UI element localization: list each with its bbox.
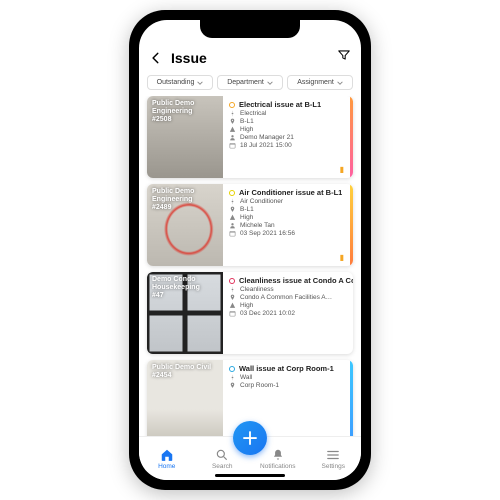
- meta-date: 18 Jul 2021 15:00: [229, 142, 344, 149]
- issue-card[interactable]: Public Demo Engineering#2489 Air Conditi…: [147, 184, 353, 266]
- issue-content: Air Conditioner issue at B-L1 Air Condit…: [223, 184, 350, 266]
- meta-location: Condo A Common Facilities A…: [229, 294, 353, 301]
- filter-department[interactable]: Department: [217, 75, 283, 90]
- issue-content: Electrical issue at B-L1 Electrical B-L1…: [223, 96, 350, 178]
- meta-category: Wall: [229, 374, 344, 381]
- phone-frame: Issue Outstanding Department Assignment …: [129, 10, 371, 490]
- issue-content: Cleanliness issue at Condo A Common Faci…: [223, 272, 353, 354]
- meta-category: Cleanliness: [229, 286, 353, 293]
- meta-assignee: Demo Manager 21: [229, 134, 344, 141]
- tab-label: Notifications: [260, 463, 295, 470]
- accent-stripe: [350, 184, 353, 266]
- tab-settings[interactable]: Settings: [313, 448, 353, 470]
- status-dot: [229, 366, 235, 372]
- issue-thumbnail: Public Demo Civil#2454: [147, 360, 223, 436]
- chevron-down-icon: [337, 80, 343, 86]
- fab-add[interactable]: [233, 421, 267, 455]
- issue-title: Air Conditioner issue at B-L1: [239, 188, 342, 197]
- issue-thumbnail: Public Demo Engineering#2508: [147, 96, 223, 178]
- filter-outstanding[interactable]: Outstanding: [147, 75, 213, 90]
- filter-label: Outstanding: [157, 79, 195, 86]
- meta-priority: High: [229, 126, 344, 133]
- status-dot: [229, 102, 235, 108]
- home-indicator: [215, 474, 285, 477]
- header: Issue: [139, 44, 361, 75]
- bell-icon: [271, 448, 285, 462]
- back-button[interactable]: [149, 51, 167, 65]
- bookmark-icon[interactable]: ▮: [340, 253, 344, 262]
- meta-location: B-L1: [229, 118, 344, 125]
- filter-label: Department: [227, 79, 264, 86]
- project-label: Demo Condo Housekeeping#47: [152, 276, 218, 300]
- meta-category: Air Conditioner: [229, 198, 344, 205]
- accent-stripe: [350, 96, 353, 178]
- filter-icon[interactable]: [337, 48, 351, 67]
- tab-label: Settings: [322, 463, 346, 470]
- issue-card[interactable]: Public Demo Engineering#2508 Electrical …: [147, 96, 353, 178]
- bookmark-icon[interactable]: ▮: [340, 165, 344, 174]
- project-label: Public Demo Civil#2454: [152, 364, 218, 380]
- menu-icon: [326, 448, 340, 462]
- home-icon: [160, 448, 174, 462]
- search-icon: [215, 448, 229, 462]
- status-dot: [229, 278, 235, 284]
- meta-date: 03 Dec 2021 10:02: [229, 310, 353, 317]
- tab-search[interactable]: Search: [202, 448, 242, 470]
- issue-card[interactable]: Demo Condo Housekeeping#47 Cleanliness i…: [147, 272, 353, 354]
- filter-assignment[interactable]: Assignment: [287, 75, 353, 90]
- issue-title: Wall issue at Corp Room-1: [239, 364, 334, 373]
- tab-bar: Home Search Notifications Settings: [139, 436, 361, 480]
- tab-label: Search: [212, 463, 233, 470]
- meta-assignee: Michele Tan: [229, 222, 344, 229]
- tab-notifications[interactable]: Notifications: [258, 448, 298, 470]
- meta-category: Electrical: [229, 110, 344, 117]
- tab-home[interactable]: Home: [147, 448, 187, 470]
- page-title: Issue: [171, 50, 337, 66]
- status-dot: [229, 190, 235, 196]
- issue-title: Electrical issue at B-L1: [239, 100, 321, 109]
- meta-location: B-L1: [229, 206, 344, 213]
- filter-label: Assignment: [297, 79, 334, 86]
- status-bar: [139, 20, 361, 44]
- project-label: Public Demo Engineering#2508: [152, 100, 218, 124]
- meta-date: 03 Sep 2021 16:56: [229, 230, 344, 237]
- meta-priority: High: [229, 214, 344, 221]
- plus-icon: [241, 429, 259, 447]
- meta-priority: High: [229, 302, 353, 309]
- tab-label: Home: [158, 463, 175, 470]
- accent-stripe: [350, 360, 353, 436]
- issue-thumbnail: Public Demo Engineering#2489: [147, 184, 223, 266]
- issue-thumbnail: Demo Condo Housekeeping#47: [147, 272, 223, 354]
- filter-row: Outstanding Department Assignment: [139, 75, 361, 96]
- meta-location: Corp Room-1: [229, 382, 344, 389]
- chevron-down-icon: [197, 80, 203, 86]
- issue-list[interactable]: Public Demo Engineering#2508 Electrical …: [139, 96, 361, 436]
- project-label: Public Demo Engineering#2489: [152, 188, 218, 212]
- screen: Issue Outstanding Department Assignment …: [139, 20, 361, 480]
- chevron-down-icon: [267, 80, 273, 86]
- issue-title: Cleanliness issue at Condo A Common Faci…: [239, 276, 353, 285]
